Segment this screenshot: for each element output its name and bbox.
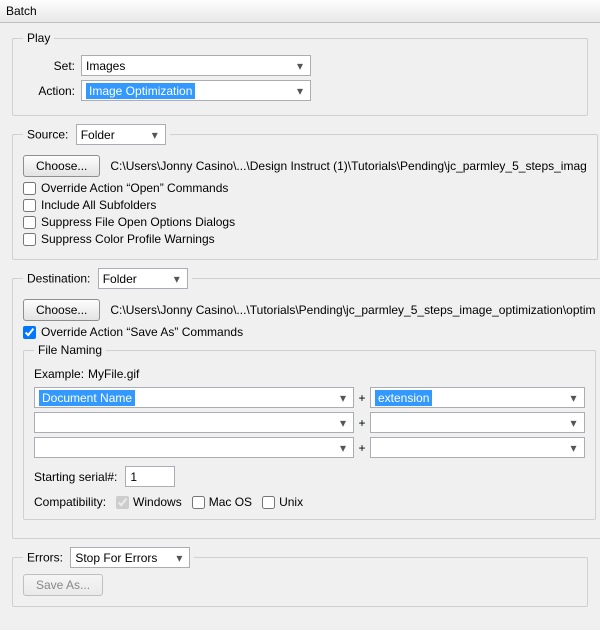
window-title: Batch bbox=[6, 4, 37, 18]
suppress-color-label: Suppress Color Profile Warnings bbox=[41, 232, 215, 246]
destination-label: Destination: bbox=[27, 272, 90, 286]
errors-group: Errors: Stop For Errors ▾ Save As... bbox=[12, 547, 588, 607]
starting-serial-input[interactable] bbox=[125, 466, 175, 487]
action-value: Image Optimization bbox=[86, 83, 195, 99]
suppress-color-checkbox[interactable] bbox=[23, 233, 36, 246]
suppress-file-open-checkbox[interactable] bbox=[23, 216, 36, 229]
naming-field-1[interactable]: Document Name ▾ bbox=[34, 387, 354, 408]
play-legend: Play bbox=[23, 31, 54, 45]
source-path: C:\Users\Jonny Casino\...\Design Instruc… bbox=[110, 159, 586, 173]
plus-1: + bbox=[354, 391, 370, 405]
chevron-down-icon: ▾ bbox=[566, 391, 582, 405]
compat-windows-checkbox bbox=[116, 496, 129, 509]
compat-unix-option[interactable]: Unix bbox=[262, 495, 303, 509]
override-open-checkbox[interactable] bbox=[23, 182, 36, 195]
chevron-down-icon: ▾ bbox=[292, 59, 308, 73]
window-titlebar: Batch bbox=[0, 0, 600, 23]
naming-field-2[interactable]: extension ▾ bbox=[370, 387, 585, 408]
chevron-down-icon: ▾ bbox=[566, 416, 582, 430]
plus-2: + bbox=[354, 416, 370, 430]
example-value: MyFile.gif bbox=[88, 367, 139, 381]
chevron-down-icon: ▾ bbox=[169, 272, 185, 286]
naming-field-2-value: extension bbox=[375, 390, 432, 406]
starting-serial-label: Starting serial#: bbox=[34, 470, 117, 484]
chevron-down-icon: ▾ bbox=[147, 128, 163, 142]
destination-path: C:\Users\Jonny Casino\...\Tutorials\Pend… bbox=[110, 303, 595, 317]
source-group: Source: Folder ▾ Choose... C:\Users\Jonn… bbox=[12, 124, 598, 260]
override-saveas-label: Override Action “Save As” Commands bbox=[41, 325, 243, 339]
chevron-down-icon: ▾ bbox=[292, 84, 308, 98]
source-choose-button[interactable]: Choose... bbox=[23, 155, 100, 177]
file-naming-legend: File Naming bbox=[34, 343, 106, 357]
naming-field-3[interactable]: ▾ bbox=[34, 412, 354, 433]
source-dropdown[interactable]: Folder ▾ bbox=[76, 124, 166, 145]
compat-unix-checkbox[interactable] bbox=[262, 496, 275, 509]
naming-field-6[interactable]: ▾ bbox=[370, 437, 585, 458]
override-saveas-checkbox[interactable] bbox=[23, 326, 36, 339]
compat-unix-label: Unix bbox=[279, 495, 303, 509]
file-naming-group: File Naming Example: MyFile.gif Document… bbox=[23, 343, 596, 520]
destination-value: Folder bbox=[103, 272, 137, 286]
source-legend: Source: Folder ▾ bbox=[23, 124, 170, 145]
naming-field-5[interactable]: ▾ bbox=[34, 437, 354, 458]
naming-field-1-value: Document Name bbox=[39, 390, 135, 406]
errors-save-as-button: Save As... bbox=[23, 574, 103, 596]
destination-choose-button[interactable]: Choose... bbox=[23, 299, 100, 321]
destination-legend: Destination: Folder ▾ bbox=[23, 268, 192, 289]
source-label: Source: bbox=[27, 128, 68, 142]
compat-windows-label: Windows bbox=[133, 495, 182, 509]
set-label: Set: bbox=[23, 59, 81, 73]
errors-dropdown[interactable]: Stop For Errors ▾ bbox=[70, 547, 190, 568]
chevron-down-icon: ▾ bbox=[335, 416, 351, 430]
play-group: Play Set: Images ▾ Action: Image Optimiz… bbox=[12, 31, 588, 116]
include-subfolders-checkbox[interactable] bbox=[23, 199, 36, 212]
compat-macos-checkbox[interactable] bbox=[192, 496, 205, 509]
set-value: Images bbox=[86, 59, 125, 73]
batch-panel: Play Set: Images ▾ Action: Image Optimiz… bbox=[0, 23, 600, 627]
plus-3: + bbox=[354, 441, 370, 455]
destination-dropdown[interactable]: Folder ▾ bbox=[98, 268, 188, 289]
destination-group: Destination: Folder ▾ Choose... C:\Users… bbox=[12, 268, 600, 539]
chevron-down-icon: ▾ bbox=[335, 441, 351, 455]
set-dropdown[interactable]: Images ▾ bbox=[81, 55, 311, 76]
chevron-down-icon: ▾ bbox=[171, 551, 187, 565]
errors-legend: Errors: Stop For Errors ▾ bbox=[23, 547, 194, 568]
chevron-down-icon: ▾ bbox=[335, 391, 351, 405]
compat-macos-label: Mac OS bbox=[209, 495, 252, 509]
example-label: Example: bbox=[34, 367, 84, 381]
action-dropdown[interactable]: Image Optimization ▾ bbox=[81, 80, 311, 101]
compat-macos-option[interactable]: Mac OS bbox=[192, 495, 252, 509]
errors-value: Stop For Errors bbox=[75, 551, 157, 565]
source-value: Folder bbox=[81, 128, 115, 142]
chevron-down-icon: ▾ bbox=[566, 441, 582, 455]
suppress-file-open-label: Suppress File Open Options Dialogs bbox=[41, 215, 235, 229]
compat-windows-option: Windows bbox=[116, 495, 182, 509]
override-open-label: Override Action “Open” Commands bbox=[41, 181, 228, 195]
errors-label: Errors: bbox=[27, 551, 63, 565]
compat-label: Compatibility: bbox=[34, 495, 106, 509]
action-label: Action: bbox=[23, 84, 81, 98]
naming-field-4[interactable]: ▾ bbox=[370, 412, 585, 433]
include-subfolders-label: Include All Subfolders bbox=[41, 198, 156, 212]
